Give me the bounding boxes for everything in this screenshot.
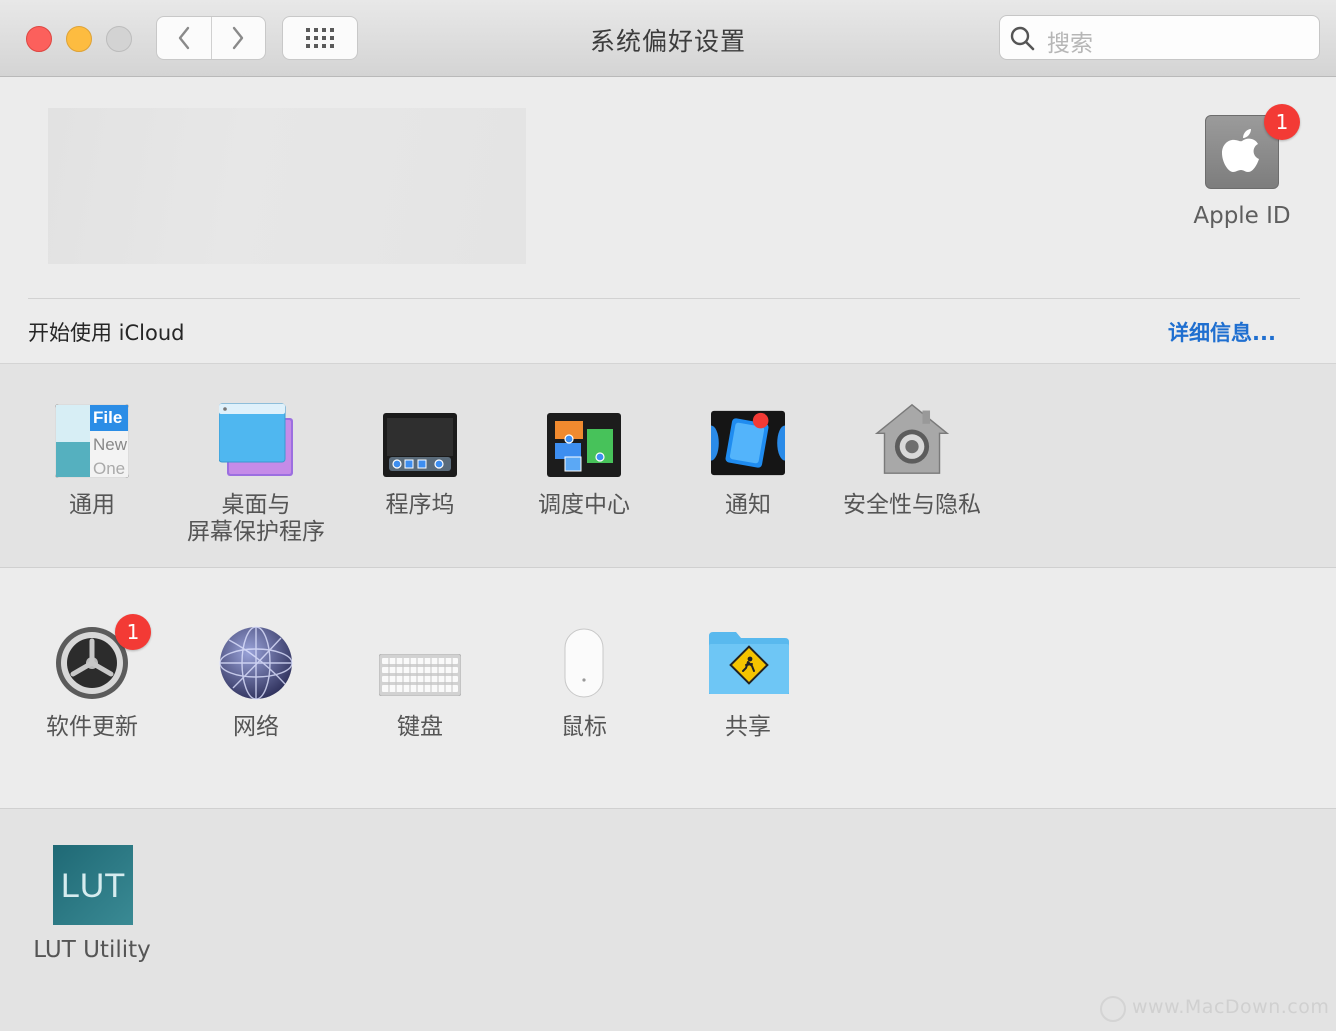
back-button[interactable] <box>157 17 211 59</box>
sharing-folder-icon <box>709 632 789 694</box>
pref-desktop-label-line2: 屏幕保护程序 <box>187 519 325 545</box>
pref-general-label: 通用 <box>69 492 115 518</box>
chevron-right-icon <box>233 26 244 50</box>
lut-utility-icon: LUT <box>53 845 133 925</box>
mission-control-icon <box>547 413 621 477</box>
pref-notifications-label: 通知 <box>725 492 771 518</box>
pref-dock-label: 程序坞 <box>385 492 455 518</box>
forward-button[interactable] <box>210 17 266 59</box>
title-bar: 系统偏好设置 搜索 <box>0 0 1336 77</box>
security-privacy-icon <box>875 403 949 474</box>
window-title: 系统偏好设置 <box>589 27 746 56</box>
pref-keyboard-label: 键盘 <box>397 714 443 740</box>
watermark-text: www.MacDown.com <box>1132 996 1330 1018</box>
notification-badge: 1 <box>1264 104 1300 140</box>
close-window-button[interactable] <box>26 26 52 52</box>
search-field[interactable]: 搜索 <box>999 15 1320 60</box>
grid-icon <box>306 28 334 48</box>
apple-id-label[interactable]: Apple ID <box>1180 203 1304 229</box>
general-icon-text-new: New <box>93 435 128 454</box>
chevron-left-icon <box>178 26 189 50</box>
pref-sharing-label: 共享 <box>725 714 771 740</box>
icloud-prompt: 开始使用 iCloud <box>28 321 185 345</box>
desktop-screensaver-icon <box>219 403 293 476</box>
pref-mouse-label: 鼠标 <box>561 714 607 740</box>
zoom-window-button[interactable] <box>106 26 132 52</box>
keyboard-icon <box>379 654 461 696</box>
dock-icon <box>383 413 457 477</box>
minimize-window-button[interactable] <box>66 26 92 52</box>
search-icon <box>1010 26 1035 51</box>
search-placeholder: 搜索 <box>1047 31 1093 57</box>
notifications-icon <box>711 410 785 476</box>
pref-mission-control-label: 调度中心 <box>538 492 630 518</box>
show-all-button[interactable] <box>282 16 358 60</box>
general-icon-text-file: File <box>93 408 122 427</box>
watermark-logo <box>1100 996 1126 1022</box>
pref-lut-utility-label: LUT Utility <box>33 937 151 963</box>
preferences-section-personal: File New One 通用 桌面与 屏幕保护程序 程序坞 调度中心 通知 安… <box>0 363 1336 568</box>
preferences-section-hardware: 1 软件更新 网络 键盘 鼠标 共享 <box>0 567 1336 809</box>
apple-logo-icon <box>1222 129 1259 172</box>
apple-id-button[interactable]: 1 <box>1205 104 1300 189</box>
pref-security-label: 安全性与隐私 <box>843 492 981 518</box>
details-link[interactable]: 详细信息... <box>1168 317 1276 347</box>
lut-icon-text: LUT <box>61 867 125 905</box>
pref-software-update-label: 软件更新 <box>46 714 138 740</box>
account-panel: 1 Apple ID 开始使用 iCloud 详细信息... <box>0 77 1336 363</box>
pref-desktop-label-line1: 桌面与 <box>221 492 291 518</box>
notification-badge: 1 <box>115 614 151 650</box>
network-globe-icon <box>219 626 293 700</box>
general-icon-text-one: One <box>93 459 125 478</box>
general-icon: File New One <box>55 404 129 478</box>
blurred-account-info <box>48 108 526 264</box>
pref-network-label: 网络 <box>233 714 279 740</box>
divider <box>28 298 1300 299</box>
mouse-icon <box>564 628 604 698</box>
navigation-buttons <box>156 16 266 60</box>
